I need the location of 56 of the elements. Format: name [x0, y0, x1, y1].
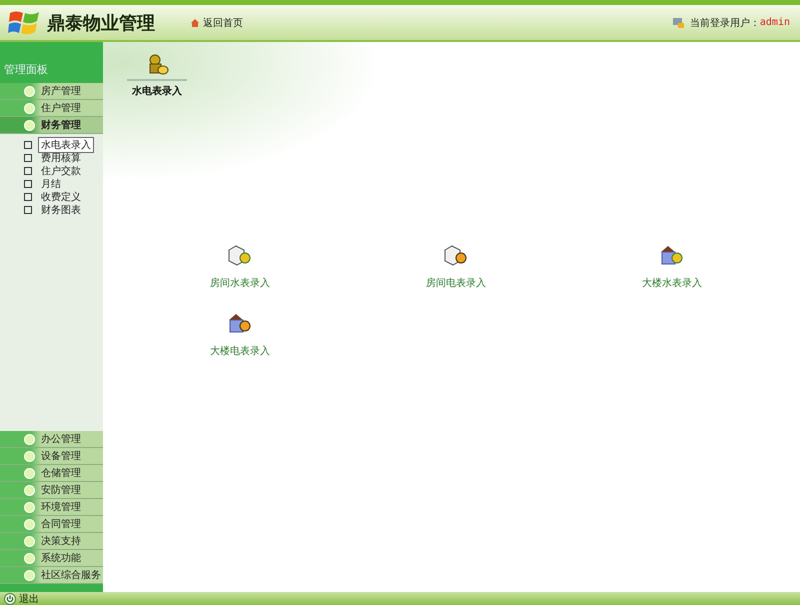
window-flag-icon: [8, 8, 42, 36]
sidebar-section[interactable]: 住户管理: [0, 100, 103, 117]
sidebar-section[interactable]: 安防管理: [0, 482, 103, 499]
sidebar-section[interactable]: 财务管理: [0, 117, 103, 134]
entry-link[interactable]: 房间水表录入: [195, 244, 285, 290]
house-icon: [190, 18, 200, 28]
submenu-item[interactable]: 收费定义: [38, 188, 84, 204]
circle-icon: [24, 484, 35, 496]
user-label: 当前登录用户：: [690, 16, 760, 30]
sidebar-section[interactable]: 社区综合服务: [0, 567, 103, 584]
power-icon: [4, 592, 16, 604]
app-title: 鼎泰物业管理: [47, 12, 155, 34]
page-title: 水电表录入: [132, 84, 182, 98]
circle-icon: [24, 536, 35, 546]
submenu-item[interactable]: 费用核算: [38, 150, 84, 166]
sidebar-section[interactable]: 系统功能: [0, 550, 103, 567]
sidebar-section[interactable]: 仓储管理: [0, 465, 103, 482]
circle-icon: [24, 102, 35, 114]
panel-title: 管理面板: [0, 42, 103, 83]
entry-link[interactable]: 房间电表录入: [411, 244, 501, 290]
sidebar-section[interactable]: 房产管理: [0, 83, 103, 100]
circle-icon: [24, 468, 35, 478]
circle-icon: [24, 450, 35, 462]
entry-link[interactable]: 大楼水表录入: [627, 244, 717, 290]
bullet-icon: [24, 192, 32, 200]
building-plug-icon: [228, 312, 252, 334]
entry-link[interactable]: 大楼电表录入: [195, 312, 285, 358]
room-plug-icon: [444, 244, 468, 266]
sidebar-section[interactable]: 决策支持: [0, 533, 103, 550]
room-tap-icon: [228, 244, 252, 266]
circle-icon: [24, 518, 35, 530]
bullet-icon: [24, 206, 32, 214]
logout-button[interactable]: 退出: [0, 592, 39, 605]
sidebar-section[interactable]: 合同管理: [0, 516, 103, 533]
sidebar-section[interactable]: 办公管理: [0, 431, 103, 448]
user-name: admin: [760, 17, 790, 28]
submenu-item[interactable]: 水电表录入: [38, 136, 94, 152]
circle-icon: [24, 120, 35, 130]
user-lock-icon: [672, 16, 685, 28]
sidebar-section[interactable]: 环境管理: [0, 499, 103, 516]
divider-line: [127, 79, 187, 81]
submenu-item[interactable]: 住户交款: [38, 162, 84, 178]
bullet-icon: [24, 180, 32, 188]
home-link[interactable]: 返回首页: [190, 16, 243, 30]
circle-icon: [24, 552, 35, 564]
bullet-icon: [24, 166, 32, 174]
submenu-item[interactable]: 月结: [38, 176, 64, 192]
sidebar-section[interactable]: 设备管理: [0, 448, 103, 465]
circle-icon: [24, 434, 35, 444]
building-tap-icon: [660, 244, 684, 266]
circle-icon: [24, 86, 35, 96]
circle-icon: [24, 502, 35, 512]
bullet-icon: [24, 154, 32, 162]
circle-icon: [24, 570, 35, 580]
bullet-icon: [24, 140, 32, 148]
submenu-item[interactable]: 财务图表: [38, 202, 84, 218]
